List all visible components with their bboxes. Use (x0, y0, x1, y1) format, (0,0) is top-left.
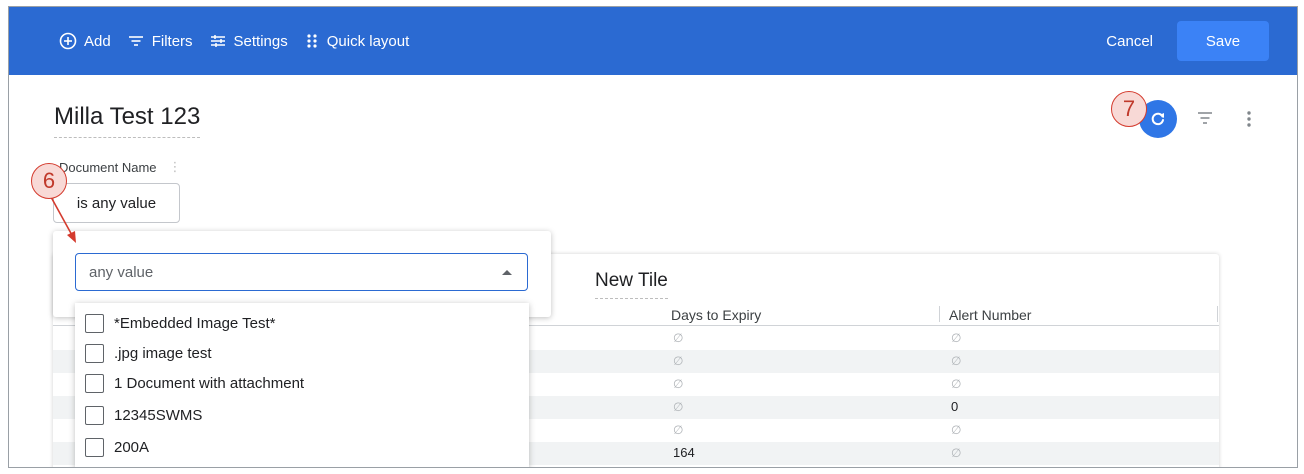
annotation-arrow (50, 196, 76, 243)
annotation-badge-6: 6 (31, 163, 67, 199)
app-frame: Add Filters Settings Quick layout Cancel… (8, 6, 1298, 468)
annotation-badge-7: 7 (1111, 91, 1147, 127)
